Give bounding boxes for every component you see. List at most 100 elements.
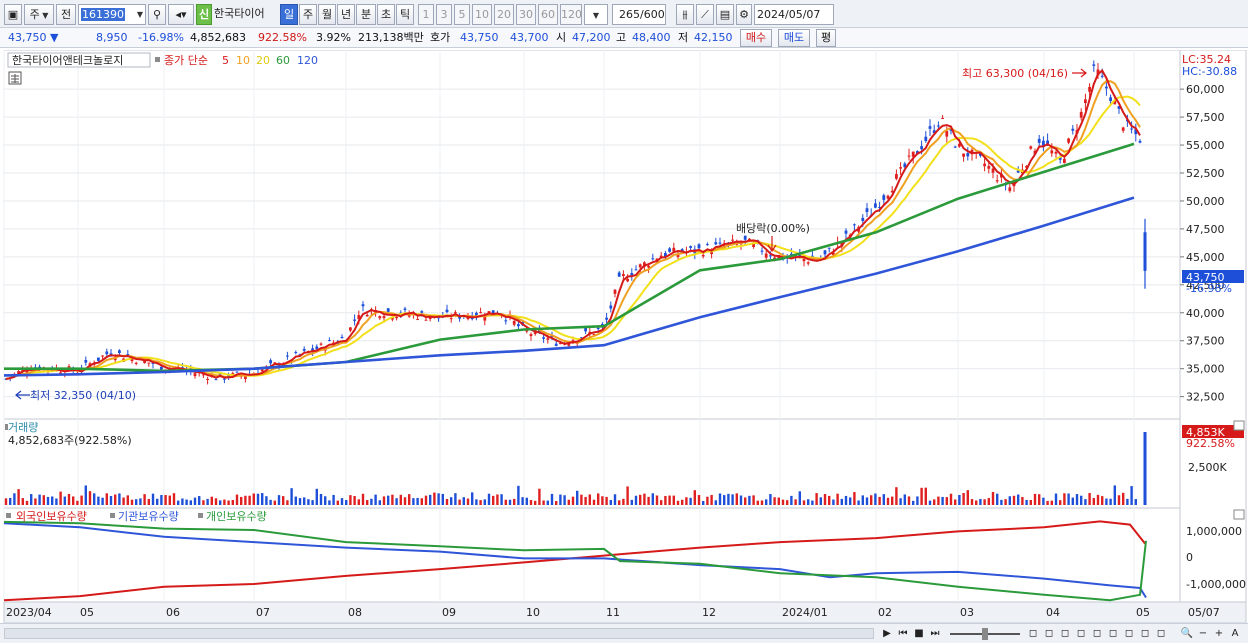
x-tick-label: 05/07 <box>1188 606 1220 619</box>
ask-price: 43,750 <box>460 31 499 44</box>
volume-bar-last <box>1143 432 1147 505</box>
y-tick-label: 40,000 <box>1186 307 1225 320</box>
interval-5[interactable]: 5 <box>454 4 470 25</box>
volume-bar <box>156 498 159 505</box>
holdings-legend-icon <box>6 513 11 518</box>
tool-icon-9[interactable]: ◻ <box>1154 627 1168 641</box>
chart-area[interactable]: 60,000 57,500 55,000 52,500 50,000 47,500 45,0… <box>0 49 1248 624</box>
legend-square-icon <box>155 57 160 62</box>
interval-30[interactable]: 30 <box>516 4 536 25</box>
period-unit-select[interactable]: 주 ▼ <box>24 4 54 25</box>
zoom-out-icon[interactable]: − <box>1196 627 1210 641</box>
volume-bar <box>899 498 902 505</box>
sell-button[interactable]: 매도 <box>778 29 810 47</box>
tool-icon-3[interactable]: ◻ <box>1058 627 1072 641</box>
interval-60[interactable]: 60 <box>538 4 558 25</box>
tool-icon-1[interactable]: ◻ <box>1026 627 1040 641</box>
volume-bar <box>345 500 348 505</box>
volume-bar <box>273 500 276 505</box>
candle-body <box>1121 127 1125 131</box>
volume-bar <box>681 499 684 505</box>
candle-body <box>294 352 298 354</box>
tool-icon-7[interactable]: ◻ <box>1122 627 1136 641</box>
x-tick-label: 03 <box>960 606 974 619</box>
candle-body <box>319 343 323 345</box>
tool-icon-6[interactable]: ◻ <box>1106 627 1120 641</box>
stock-code-value: 161390 <box>81 8 125 21</box>
tab-month[interactable]: 월 <box>318 4 336 25</box>
candle-body <box>853 224 856 226</box>
scroll-first-icon[interactable]: ⏮ <box>896 627 910 641</box>
tab-day[interactable]: 일 <box>280 4 298 25</box>
scroll-stop-icon[interactable]: ■ <box>912 627 926 641</box>
auto-scale-icon[interactable]: A <box>1228 627 1242 641</box>
interval-custom-select[interactable]: ▼ <box>584 4 608 25</box>
volume-bar <box>1096 494 1100 505</box>
volume-legend-icon <box>5 424 8 430</box>
layout-icon[interactable]: ▣ <box>4 4 22 25</box>
price-change-pct: -16.98% <box>138 31 184 44</box>
tool-icon-2[interactable]: ◻ <box>1042 627 1056 641</box>
volume-bar <box>613 494 617 505</box>
interval-10[interactable]: 10 <box>472 4 492 25</box>
draw-line-icon[interactable]: ⟋ <box>696 4 714 25</box>
prev-button[interactable]: 전 <box>56 4 76 25</box>
interval-3[interactable]: 3 <box>436 4 452 25</box>
volume-bar <box>471 492 474 505</box>
tab-minute[interactable]: 분 <box>356 4 376 25</box>
tab-week[interactable]: 주 <box>299 4 317 25</box>
volume-bar <box>819 497 822 505</box>
volume-bar <box>508 499 512 505</box>
volume-bar <box>1000 499 1003 505</box>
stock-code-input[interactable]: 161390 ▼ <box>78 4 146 25</box>
interval-20[interactable]: 20 <box>494 4 514 25</box>
pane-close-icon[interactable] <box>1233 509 1245 520</box>
volume-bar <box>542 500 545 505</box>
y-tick-label: 37,500 <box>1186 335 1225 348</box>
zoom-in-icon[interactable]: + <box>1212 627 1226 641</box>
volume-bar <box>1042 497 1045 505</box>
volume-bar <box>920 487 923 505</box>
sound-icon[interactable]: ◂▾ <box>168 4 194 25</box>
date-input[interactable]: 2024/05/07 <box>754 4 834 25</box>
tab-year[interactable]: 년 <box>337 4 355 25</box>
volume-bar <box>126 495 129 505</box>
tool-icon-4[interactable]: ◻ <box>1074 627 1088 641</box>
candle-body <box>349 327 352 331</box>
horizontal-scrollbar[interactable] <box>4 628 874 639</box>
search-icon[interactable]: ⚲ <box>148 4 166 25</box>
scroll-last-icon[interactable]: ⏭ <box>928 627 942 641</box>
volume-bar <box>1101 496 1104 505</box>
high-annotation: 최고 63,300 (04/16) <box>962 67 1068 80</box>
candle-body <box>1084 99 1087 104</box>
ma-legend-120: 120 <box>297 54 318 67</box>
volume-bar <box>706 496 709 505</box>
candle-body <box>67 366 71 368</box>
volume-bar <box>1008 496 1011 505</box>
volume-bar <box>672 495 675 505</box>
scroll-play-icon[interactable]: ▶ <box>880 627 894 641</box>
y-tick-label: 47,500 <box>1186 223 1225 236</box>
eval-button[interactable]: 평 <box>816 29 836 47</box>
candle-type-icon[interactable]: ⫵ <box>676 4 694 25</box>
interval-120[interactable]: 120 <box>560 4 582 25</box>
high-label: 고 <box>616 31 627 44</box>
gear-icon[interactable]: ⚙ <box>736 4 752 25</box>
tab-tick[interactable]: 틱 <box>396 4 414 25</box>
search-icon[interactable]: 🔍 <box>1180 627 1194 641</box>
pane-close-icon[interactable] <box>1233 420 1245 431</box>
buy-button[interactable]: 매수 <box>740 29 772 47</box>
volume-bar <box>206 498 209 505</box>
zoom-slider-handle[interactable] <box>982 628 988 640</box>
save-icon[interactable]: ▤ <box>716 4 734 25</box>
candle-body <box>395 316 398 319</box>
tab-second[interactable]: 초 <box>377 4 395 25</box>
interval-1[interactable]: 1 <box>418 4 434 25</box>
count-input[interactable]: 265/600 <box>612 4 666 25</box>
volume-bar <box>231 499 234 505</box>
chart-canvas[interactable]: 60,000 57,500 55,000 52,500 50,000 47,500 45,0… <box>0 49 1248 624</box>
tool-icon-8[interactable]: ◻ <box>1138 627 1152 641</box>
tool-icon-5[interactable]: ◻ <box>1090 627 1104 641</box>
x-tick-label: 10 <box>526 606 540 619</box>
candle-body <box>874 203 877 208</box>
